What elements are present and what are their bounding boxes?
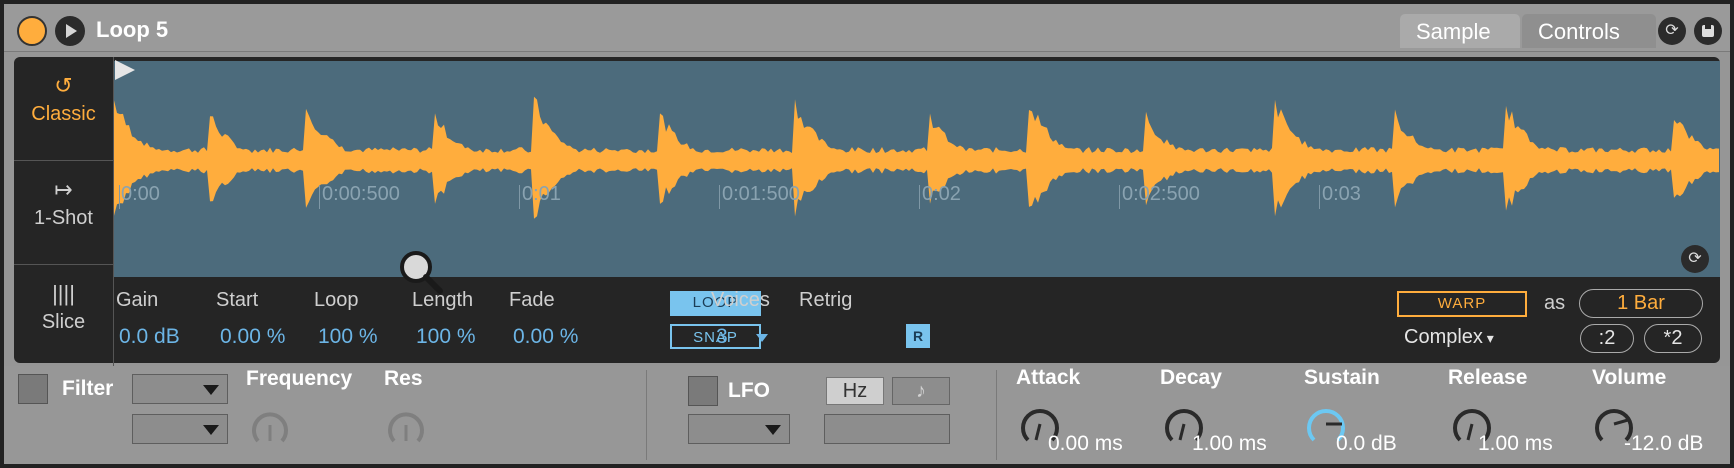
res-label: Res — [384, 367, 423, 390]
filter-enable-checkbox[interactable] — [18, 374, 48, 404]
filter-label: Filter — [62, 377, 114, 400]
volume-value: -12.0 dB — [1624, 432, 1704, 455]
warp-mode-value: Complex — [1404, 326, 1483, 348]
hot-swap-icon[interactable]: ⟳ — [1658, 17, 1686, 45]
waveform-display[interactable] — [114, 61, 1720, 277]
tab-sample[interactable]: Sample — [1400, 14, 1520, 48]
device-title: Loop 5 — [96, 17, 169, 42]
lfo-rate-field[interactable] — [824, 414, 950, 444]
decay-value: 1.00 ms — [1192, 432, 1267, 455]
sample-start-marker[interactable] — [115, 60, 135, 80]
gain-label: Gain — [116, 289, 159, 311]
one-shot-icon: ↦ — [54, 177, 73, 202]
warp-length-value[interactable]: 1 Bar — [1579, 289, 1703, 318]
fade-value[interactable]: 0.00 % — [513, 325, 578, 349]
lfo-label: LFO — [728, 379, 770, 402]
release-label: Release — [1448, 366, 1528, 389]
sustain-value: 0.0 dB — [1336, 432, 1397, 455]
attack-value: 0.00 ms — [1048, 432, 1123, 455]
loop-icon[interactable]: ⟳ — [1681, 245, 1709, 273]
mode-label: Slice — [41, 311, 86, 333]
slice-icon: |||| — [52, 281, 75, 306]
double-length-button[interactable]: *2 — [1644, 324, 1702, 353]
res-knob[interactable] — [384, 403, 428, 447]
frequency-label: Frequency — [246, 367, 353, 390]
chevron-down-icon: ▾ — [1482, 330, 1494, 346]
preview-play-button[interactable] — [55, 16, 85, 46]
half-length-button[interactable]: :2 — [1580, 324, 1634, 353]
mode-classic[interactable]: ↺ Classic — [14, 57, 114, 161]
voices-value[interactable]: 3 — [716, 325, 728, 349]
time-tick: 0:01 — [522, 183, 561, 205]
retrig-label: Retrig — [799, 289, 853, 311]
save-preset-icon[interactable] — [1694, 17, 1722, 45]
time-tick: 0:01:500 — [722, 183, 800, 205]
lfo-enable-checkbox[interactable] — [688, 376, 718, 406]
start-value[interactable]: 0.00 % — [220, 325, 285, 349]
lfo-sync-button[interactable]: ♪ — [892, 377, 950, 405]
time-tick: 0:03 — [1322, 183, 1361, 205]
mode-slice[interactable]: |||| Slice — [14, 265, 114, 369]
warp-as-label: as — [1544, 292, 1566, 314]
attack-label: Attack — [1016, 366, 1081, 389]
waveform — [114, 96, 1719, 219]
device-activator-button[interactable] — [17, 16, 47, 46]
time-tick: 0:00 — [121, 183, 160, 205]
filter-type-dropdown[interactable] — [132, 374, 228, 404]
mode-label: Classic — [31, 103, 96, 125]
mode-1-shot[interactable]: ↦ 1-Shot — [14, 161, 114, 265]
decay-label: Decay — [1160, 366, 1222, 389]
length-label: Length — [412, 289, 474, 311]
lfo-hz-button[interactable]: Hz — [826, 377, 884, 405]
length-value[interactable]: 100 % — [416, 325, 476, 349]
device-header: Loop 5 Sample Controls ⟳ — [4, 4, 1730, 52]
filter-slope-dropdown[interactable] — [132, 414, 228, 444]
start-label: Start — [216, 289, 259, 311]
fade-label: Fade — [509, 289, 555, 311]
tab-controls[interactable]: Controls — [1522, 14, 1656, 48]
time-tick: 0:02:500 — [1122, 183, 1200, 205]
sustain-label: Sustain — [1304, 366, 1380, 389]
warp-mode-dropdown[interactable]: Complex ▾ — [1404, 326, 1494, 349]
loop-value[interactable]: 100 % — [318, 325, 378, 349]
loop-arrow-icon: ↺ — [54, 73, 73, 98]
warp-toggle[interactable]: WARP — [1397, 291, 1527, 317]
frequency-knob[interactable] — [248, 403, 292, 447]
volume-label: Volume — [1592, 366, 1667, 389]
voices-dropdown-icon[interactable] — [756, 334, 768, 342]
retrig-button[interactable]: R — [906, 324, 930, 348]
time-tick: 0:02 — [922, 183, 961, 205]
loop-label: Loop — [314, 289, 359, 311]
release-value: 1.00 ms — [1478, 432, 1553, 455]
gain-value[interactable]: 0.0 dB — [119, 325, 180, 349]
mode-label: 1-Shot — [34, 207, 93, 229]
lfo-waveform-dropdown[interactable] — [688, 414, 790, 444]
time-tick: 0:00:500 — [322, 183, 400, 205]
voices-label: Voices — [711, 289, 770, 311]
